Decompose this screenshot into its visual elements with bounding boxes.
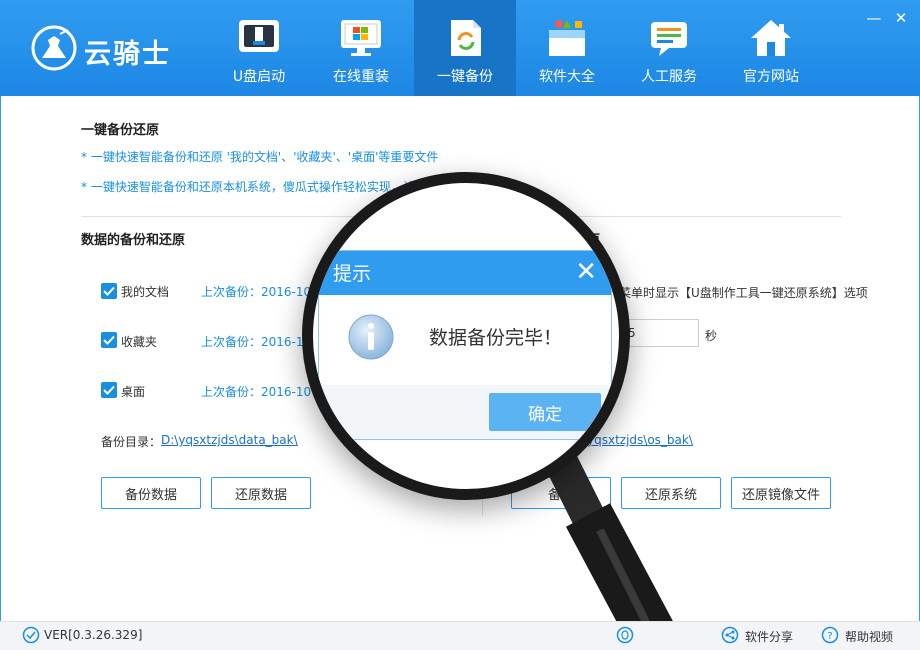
- software-share-link[interactable]: 软件分享: [745, 628, 793, 645]
- dialog-confirm-button[interactable]: 确定: [489, 393, 601, 431]
- feature-note-files: * 一键快速智能备份和还原 '我的文档'、'收藏夹'、'桌面'等重要文件: [81, 150, 439, 164]
- backup-dir-label: 备份目录：: [101, 435, 162, 449]
- checkbox-my-documents[interactable]: [101, 283, 117, 299]
- chat-bubble-icon: [651, 22, 687, 56]
- nav-label: 人工服务: [641, 69, 697, 85]
- checkbox-favorites[interactable]: [101, 332, 117, 348]
- minimize-button[interactable]: —: [863, 9, 885, 27]
- nav-label: 软件大全: [539, 69, 595, 85]
- last-backup-my-documents: 上次备份：2016-10-: [201, 285, 316, 299]
- last-backup-desktop: 上次备份：2016-10: [201, 385, 312, 399]
- window-controls: — ✕: [863, 8, 912, 27]
- restore-image-button[interactable]: 还原镜像文件: [731, 477, 831, 509]
- usb-drive-icon: [239, 20, 279, 52]
- checkbox-desktop[interactable]: [101, 382, 117, 398]
- section-title: 一键备份还原: [81, 123, 160, 138]
- backup-document-icon: [451, 20, 481, 56]
- knight-logo-icon: [31, 25, 77, 71]
- label-my-documents: 我的文档: [121, 285, 170, 299]
- label-favorites: 收藏夹: [121, 335, 158, 349]
- boot-menu-option-text: 菜单时显示【U盘制作工具一键还原系统】选项: [619, 286, 868, 300]
- share-icon: [721, 626, 739, 644]
- data-backup-dir-link[interactable]: D:\yqsxtzjds\data_bak\: [161, 433, 298, 447]
- checkmark-icon: [103, 335, 115, 345]
- dialog-message: 数据备份完毕！: [429, 327, 563, 349]
- nav-manual-service[interactable]: 人工服务: [618, 0, 720, 96]
- nav-label: U盘启动: [232, 69, 286, 85]
- windows-monitor-icon: [341, 20, 381, 56]
- dialog-title-bar: 提示 ✕: [319, 251, 611, 295]
- dialog-body: 数据备份完毕！: [319, 295, 611, 385]
- software-box-icon: [549, 20, 585, 56]
- countdown-seconds-input[interactable]: [621, 319, 699, 347]
- top-bar: 云骑士 U盘启动 在线重装 一键备份 软件大全 人工服务 官方网站 — ✕: [0, 0, 920, 96]
- app-logo: 云骑士: [30, 24, 200, 74]
- dialog-title: 提示: [333, 263, 372, 285]
- nav-u-disk-boot[interactable]: U盘启动: [208, 0, 310, 96]
- magnifier-lens: 提示 ✕ 数据备份完毕！ 确定: [302, 172, 630, 500]
- status-bar: VER[0.3.26.329] 软件分享 ? 帮助视频: [0, 621, 920, 650]
- check-circle-icon: [22, 626, 40, 644]
- nav-label: 在线重装: [333, 69, 389, 85]
- dialog-close-button[interactable]: ✕: [575, 257, 597, 287]
- label-desktop: 桌面: [121, 385, 146, 399]
- restore-system-button[interactable]: 还原系统: [621, 477, 721, 509]
- restore-data-button[interactable]: 还原数据: [211, 477, 311, 509]
- nav-label: 一键备份: [437, 69, 493, 85]
- seconds-unit: 秒: [705, 329, 718, 343]
- checkmark-icon: [103, 286, 115, 296]
- nav-official-website[interactable]: 官方网站: [720, 0, 822, 96]
- checkmark-icon: [103, 385, 115, 395]
- help-video-link[interactable]: 帮助视频: [845, 628, 893, 645]
- help-icon: ?: [821, 626, 839, 644]
- version-label: VER[0.3.26.329]: [44, 628, 143, 642]
- info-icon: [348, 314, 394, 360]
- qq-icon[interactable]: [616, 626, 634, 644]
- nav-one-key-backup[interactable]: 一键备份: [414, 0, 516, 96]
- home-icon: [751, 20, 791, 56]
- svg-text:?: ?: [827, 631, 832, 642]
- prompt-dialog: 提示 ✕ 数据备份完毕！ 确定: [318, 250, 612, 440]
- nav-online-reinstall[interactable]: 在线重装: [310, 0, 412, 96]
- last-backup-favorites: 上次备份：2016-10: [201, 335, 312, 349]
- nav-software-collection[interactable]: 软件大全: [516, 0, 618, 96]
- app-brand-name: 云骑士: [84, 39, 171, 70]
- nav-label: 官方网站: [743, 69, 799, 85]
- backup-data-button[interactable]: 备份数据: [101, 477, 201, 509]
- data-backup-section-title: 数据的备份和还原: [81, 233, 186, 248]
- close-window-button[interactable]: ✕: [890, 9, 912, 27]
